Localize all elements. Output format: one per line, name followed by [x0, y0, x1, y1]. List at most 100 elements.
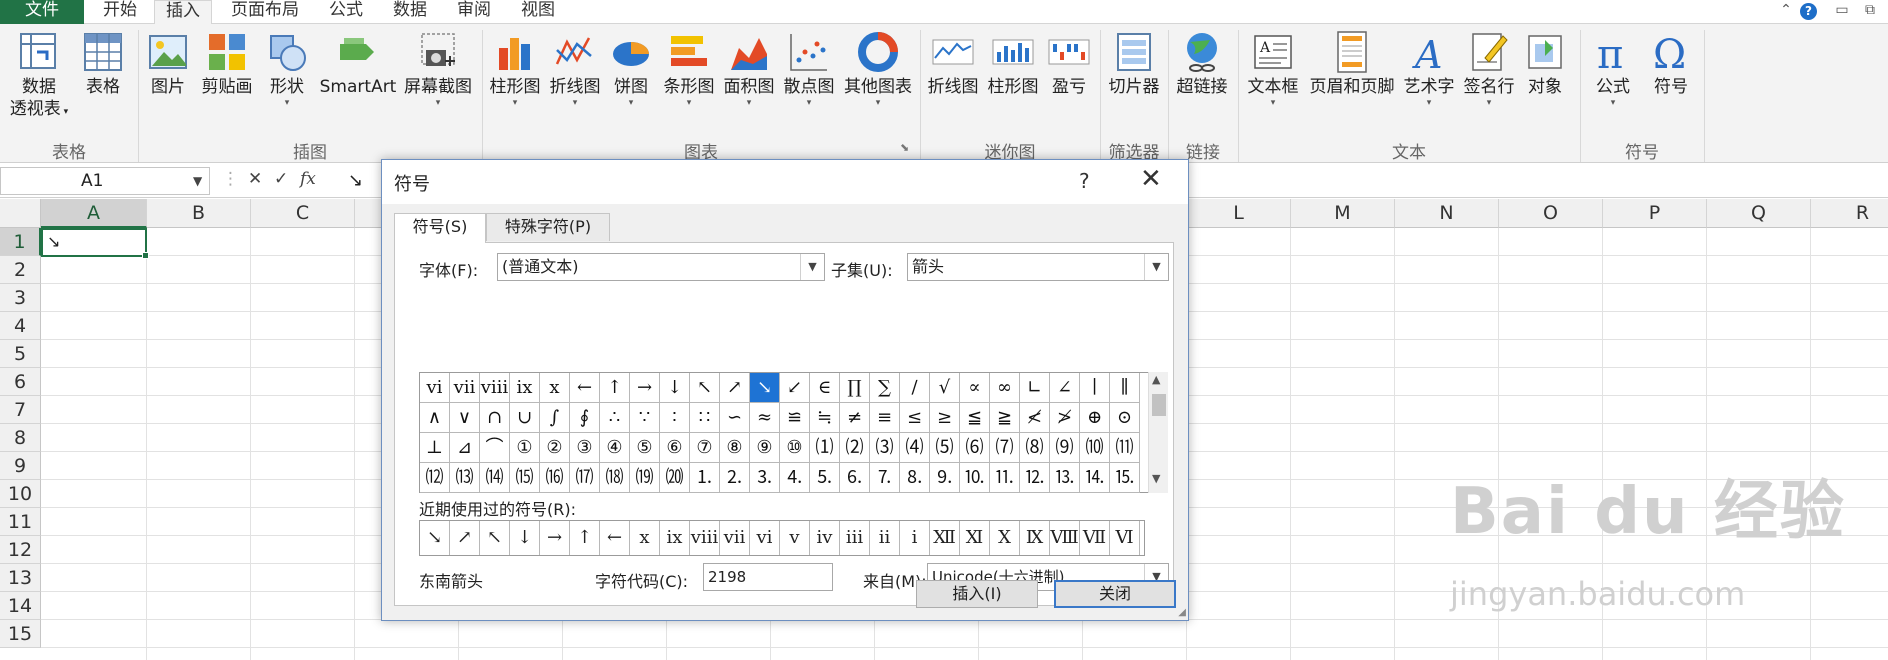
symbol-cell[interactable]: ⊿ [450, 433, 480, 463]
pivot-table-button[interactable]: 数据 透视表 ▾ [4, 30, 74, 123]
row-header-9[interactable]: 9 [0, 452, 41, 480]
recent-symbol-cell[interactable]: ⅶ [720, 521, 750, 555]
symbol-cell[interactable]: ⒄ [570, 463, 600, 493]
recent-symbol-cell[interactable]: Ⅷ [1050, 521, 1080, 555]
recent-symbol-cell[interactable]: ↖ [480, 521, 510, 555]
symbol-cell[interactable]: ≧ [990, 403, 1020, 433]
recent-symbol-cell[interactable]: ⅲ [840, 521, 870, 555]
header-footer-button[interactable]: 页眉和页脚 [1306, 30, 1398, 98]
row-header-2[interactable]: 2 [0, 256, 41, 284]
column-header-r[interactable]: R [1811, 199, 1888, 228]
symbol-cell[interactable]: ⑤ [630, 433, 660, 463]
symbol-cell[interactable]: ∴ [600, 403, 630, 433]
tab-formulas[interactable]: 公式 [318, 0, 374, 24]
symbol-cell[interactable]: ∨ [450, 403, 480, 433]
insert-function-icon[interactable]: fx [300, 169, 316, 189]
symbol-cell[interactable]: ⒐ [930, 463, 960, 493]
row-header-8[interactable]: 8 [0, 424, 41, 452]
shapes-button[interactable]: 形状 ▾ [262, 30, 312, 108]
symbol-cell[interactable]: ⑹ [960, 433, 990, 463]
symbol-cell[interactable]: ↑ [600, 373, 630, 403]
row-header-5[interactable]: 5 [0, 340, 41, 368]
symbol-cell[interactable]: ⒖ [1110, 463, 1140, 493]
symbol-cell[interactable]: ∕ [900, 373, 930, 403]
column-header-b[interactable]: B [147, 199, 251, 228]
symbol-cell[interactable]: ⑻ [1020, 433, 1050, 463]
equation-button[interactable]: π 公式 ▾ [1586, 30, 1640, 108]
symbol-cell[interactable]: ∽ [720, 403, 750, 433]
recent-symbol-cell[interactable]: ⅸ [660, 521, 690, 555]
symbol-cell[interactable]: ⒊ [750, 463, 780, 493]
column-header-m[interactable]: M [1291, 199, 1395, 228]
symbol-cell[interactable]: ∫ [540, 403, 570, 433]
symbol-cell[interactable]: ② [540, 433, 570, 463]
tab-symbols[interactable]: 符号(S) [394, 213, 486, 243]
column-header-o[interactable]: O [1499, 199, 1603, 228]
symbol-cell[interactable]: ⒒ [990, 463, 1020, 493]
row-header-11[interactable]: 11 [0, 508, 41, 536]
clipart-button[interactable]: 剪贴画 [198, 30, 256, 98]
font-select[interactable]: (普通文本) ▼ [497, 253, 825, 281]
symbol-cell[interactable]: ⒉ [720, 463, 750, 493]
symbol-cell[interactable]: ↗ [720, 373, 750, 403]
row-header-10[interactable]: 10 [0, 480, 41, 508]
symbol-cell[interactable]: ≥ [930, 403, 960, 433]
symbol-cell[interactable]: ⊥ [420, 433, 450, 463]
row-header-1[interactable]: 1 [0, 228, 41, 256]
symbol-cell[interactable]: ∶ [660, 403, 690, 433]
symbol-grid[interactable]: ⅵ ⅶ ⅷ ⅸ ⅹ ← ↑ → ↓ ↖ ↗ ↘ ↙ ∈ ∏ ∑ ∕ √ ∝ ∞ ∟ ∠ ∣ ∥ ∧ ∨ ∩ ∪ ∫ ∮ ∴ ∵ ∶ ∷ ∽ ≈ ≌ ≒ ≠ ≡… [419, 372, 1149, 493]
column-header-q[interactable]: Q [1707, 199, 1811, 228]
symbol-cell[interactable]: ↓ [660, 373, 690, 403]
recent-symbol-cell[interactable]: Ⅸ [1020, 521, 1050, 555]
symbol-cell[interactable]: ∥ [1110, 373, 1140, 403]
symbol-cell[interactable]: ⑴ [810, 433, 840, 463]
help-icon[interactable]: ? [1800, 3, 1817, 20]
symbol-cell[interactable]: ≡ [870, 403, 900, 433]
row-header-12[interactable]: 12 [0, 536, 41, 564]
pie-chart-button[interactable]: 饼图 ▾ [606, 30, 656, 108]
symbol-cell[interactable]: ⒁ [480, 463, 510, 493]
name-box[interactable]: A1 ▼ [0, 167, 210, 195]
cancel-entry-icon[interactable]: ✕ [248, 169, 262, 189]
recent-symbol-cell[interactable]: Ⅶ [1080, 521, 1110, 555]
tab-view[interactable]: 视图 [510, 0, 566, 24]
symbol-cell[interactable]: ⒂ [510, 463, 540, 493]
symbol-cell[interactable]: ⅸ [510, 373, 540, 403]
tab-page-layout[interactable]: 页面布局 [220, 0, 310, 24]
recent-symbol-cell[interactable]: Ⅵ [1110, 521, 1140, 555]
symbol-cell[interactable]: ⑧ [720, 433, 750, 463]
chevron-down-icon[interactable]: ▼ [1144, 254, 1168, 280]
row-header-3[interactable]: 3 [0, 284, 41, 312]
symbol-cell[interactable]: ⅹ [540, 373, 570, 403]
dialog-close-icon[interactable]: ✕ [1140, 164, 1162, 194]
other-charts-button[interactable]: 其他图表 ▾ [840, 30, 916, 108]
recent-symbol-cell[interactable]: ⅷ [690, 521, 720, 555]
symbol-cell[interactable]: ← [570, 373, 600, 403]
recent-symbol-cell[interactable]: ⅴ [780, 521, 810, 555]
symbol-cell[interactable]: ④ [600, 433, 630, 463]
symbol-cell[interactable]: ⒋ [780, 463, 810, 493]
recent-symbol-cell[interactable]: ↗ [450, 521, 480, 555]
symbol-cell[interactable]: ≦ [960, 403, 990, 433]
column-header-p[interactable]: P [1603, 199, 1707, 228]
row-header-13[interactable]: 13 [0, 564, 41, 592]
formula-bar-handle-icon[interactable]: ⋮ [222, 169, 239, 189]
symbol-cell[interactable]: ⒇ [660, 463, 690, 493]
tab-insert[interactable]: 插入 [154, 0, 212, 25]
recent-symbol-cell[interactable]: ← [600, 521, 630, 555]
symbol-cell[interactable]: ⒈ [690, 463, 720, 493]
symbol-cell[interactable]: ⑨ [750, 433, 780, 463]
symbol-cell[interactable]: ⒅ [600, 463, 630, 493]
scroll-up-icon[interactable]: ▲ [1152, 373, 1160, 386]
symbol-cell[interactable]: ⑥ [660, 433, 690, 463]
symbol-cell[interactable]: ⒑ [960, 463, 990, 493]
symbol-cell[interactable]: ⑶ [870, 433, 900, 463]
insert-button[interactable]: 插入(I) [916, 580, 1038, 608]
symbol-cell[interactable]: ∈ [810, 373, 840, 403]
signature-line-button[interactable]: 签名行 ▾ [1460, 30, 1518, 108]
chevron-down-icon[interactable]: ▼ [800, 254, 824, 280]
recent-symbol-cell[interactable]: ↑ [570, 521, 600, 555]
recent-symbol-cell[interactable]: ↘ [420, 521, 450, 555]
symbol-cell[interactable]: ⒆ [630, 463, 660, 493]
symbol-cell[interactable]: ≯ [1050, 403, 1080, 433]
